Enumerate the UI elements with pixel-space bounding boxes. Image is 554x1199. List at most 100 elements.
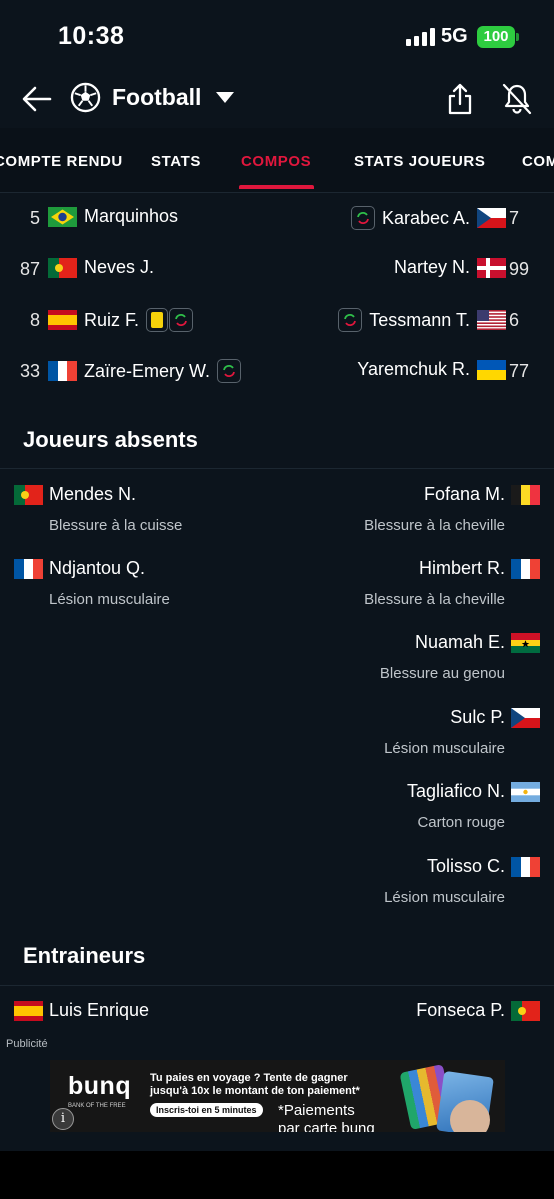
flag-portugal-icon [14,484,43,505]
flag-czech-icon [477,208,506,228]
flag-czech-icon [511,707,540,728]
active-tab-indicator [239,185,314,189]
flag-denmark-icon [477,257,506,278]
player-number: 77 [509,361,530,381]
absent-player-away[interactable]: Sulc P. Lésion musculaire [384,707,540,757]
absent-row: Mendes N. Blessure à la cuisse Fofana M.… [0,484,554,558]
tab-stats-joueurs[interactable]: STATS JOUEURS [354,153,485,170]
absence-reason: Lésion musculaire [384,889,505,906]
player-number: 8 [29,310,40,330]
player-number: 7 [509,208,520,228]
ad-label: Publicité [6,1038,48,1050]
absence-reason: Blessure à la cuisse [49,517,183,534]
coaches-row: Luis Enrique Fonseca P. [0,1000,554,1030]
divider [0,468,554,469]
back-arrow-icon[interactable] [20,82,54,116]
substitution-icon [217,359,242,383]
flag-spain-icon [48,310,77,330]
absence-reason: Blessure à la cheville [364,591,505,608]
flag-portugal-icon [48,257,77,278]
battery-icon: 100 [477,26,515,48]
ad-brand-logo: bunq [68,1072,132,1100]
bell-off-icon[interactable] [501,82,533,116]
absent-row: Tolisso C. Lésion musculaire [0,856,554,930]
player-name: Nuamah E. [414,632,505,652]
tab-compte-rendu[interactable]: COMPTE RENDU [0,153,123,170]
tab-compos[interactable]: COMPOS [241,153,311,170]
ad-brand-tagline: BANK OF THE FREE [68,1103,126,1109]
substitution-icon [169,308,194,332]
player-name: Tolisso C. [426,856,505,876]
player-name: Fofana M. [423,484,505,504]
coach-home[interactable]: Luis Enrique [14,1000,149,1021]
absent-player-away[interactable]: Himbert R. Blessure à la cheville [364,558,540,608]
substitution-icon [350,206,375,230]
player-name[interactable]: Nartey N. [394,257,470,278]
absent-row: Sulc P. Lésion musculaire [0,707,554,781]
player-name: Tagliafico N. [406,781,505,801]
flag-france-icon [14,558,43,579]
absence-reason: Blessure au genou [379,665,505,682]
ad-headline: Tu paies en voyage ? Tente de gagner [150,1072,348,1084]
coach-away[interactable]: Fonseca P. [416,1000,540,1021]
flag-brazil-icon [48,206,77,227]
flag-france-icon [511,856,540,877]
signal-icon [406,28,435,46]
player-name: Himbert R. [418,558,505,578]
flag-spain-icon [14,1000,43,1021]
flag-belgium-icon [511,484,540,505]
substitution-icon [338,308,363,332]
info-icon[interactable]: i [52,1108,74,1130]
yellow-card-icon [146,308,169,332]
ad-cta-button[interactable]: Inscris-toi en 5 minutes [150,1103,263,1117]
status-bar: 10:38 5G 100 [0,0,554,70]
app-bar: Football [0,70,554,128]
player-number: 33 [19,361,40,381]
tab-stats[interactable]: STATS [151,153,201,170]
player-name: Ndjantou Q. [49,558,146,578]
ad-banner[interactable]: bunq BANK OF THE FREE Tu paies en voyage… [50,1060,505,1132]
sport-selector-label[interactable]: Football [112,84,201,111]
absent-row: Tagliafico N. Carton rouge [0,781,554,855]
absent-player-away[interactable]: Tagliafico N. Carton rouge [407,781,540,831]
absent-row: Nuamah E. Blessure au genou [0,632,554,706]
absent-player-home[interactable]: Ndjantou Q. Lésion musculaire [14,558,170,608]
absent-row: Ndjantou Q. Lésion musculaire Himbert R.… [0,558,554,632]
player-name[interactable]: Marquinhos [84,206,178,227]
player-name: Sulc P. [450,707,505,727]
flag-france-icon [511,558,540,579]
lineup-row: 5 Marquinhos Karabec A. 7 [0,196,554,246]
flag-argentina-icon [511,781,540,802]
player-number: 6 [509,310,520,330]
divider [0,985,554,986]
absent-player-away[interactable]: Nuamah E. Blessure au genou [380,632,540,682]
absent-player-home[interactable]: Mendes N. Blessure à la cuisse [14,484,182,534]
absent-player-away[interactable]: Fofana M. Blessure à la cheville [364,484,540,534]
coaches-title: Entraineurs [23,943,146,968]
player-name[interactable]: Yaremchuk R. [357,359,470,380]
share-icon[interactable] [446,82,474,116]
ad-note: *Paiements [278,1102,355,1119]
tab-bar: COMPTE RENDU STATS COMPOS STATS JOUEURS … [0,128,554,193]
lineup-row: 8 Ruiz F. Tessmann T. 6 [0,298,554,348]
player-number: 5 [29,208,40,228]
absence-reason: Lésion musculaire [49,591,170,608]
player-name[interactable]: Zaïre-Emery W. [84,361,210,382]
coach-name: Fonseca P. [416,1000,505,1020]
player-name[interactable]: Ruiz F. [84,310,139,331]
tab-commentaires[interactable]: COM [522,153,554,170]
flag-ukraine-icon [477,359,506,380]
chevron-down-icon[interactable] [216,92,234,104]
flag-portugal-icon [511,1000,540,1021]
flag-usa-icon [477,310,506,330]
absent-player-away[interactable]: Tolisso C. Lésion musculaire [384,856,540,906]
player-name[interactable]: Neves J. [84,257,154,278]
ad-hand-image [450,1100,490,1132]
network-type: 5G [441,25,468,47]
player-name[interactable]: Tessmann T. [369,310,470,331]
lineup-row: 33 Zaïre-Emery W. Yaremchuk R. 77 [0,349,554,399]
ad-banner-area: Publicité bunq BANK OF THE FREE Tu paies… [0,1035,554,1151]
bottom-bar [0,1151,554,1199]
player-name[interactable]: Karabec A. [382,208,470,229]
flag-france-icon [48,361,77,381]
